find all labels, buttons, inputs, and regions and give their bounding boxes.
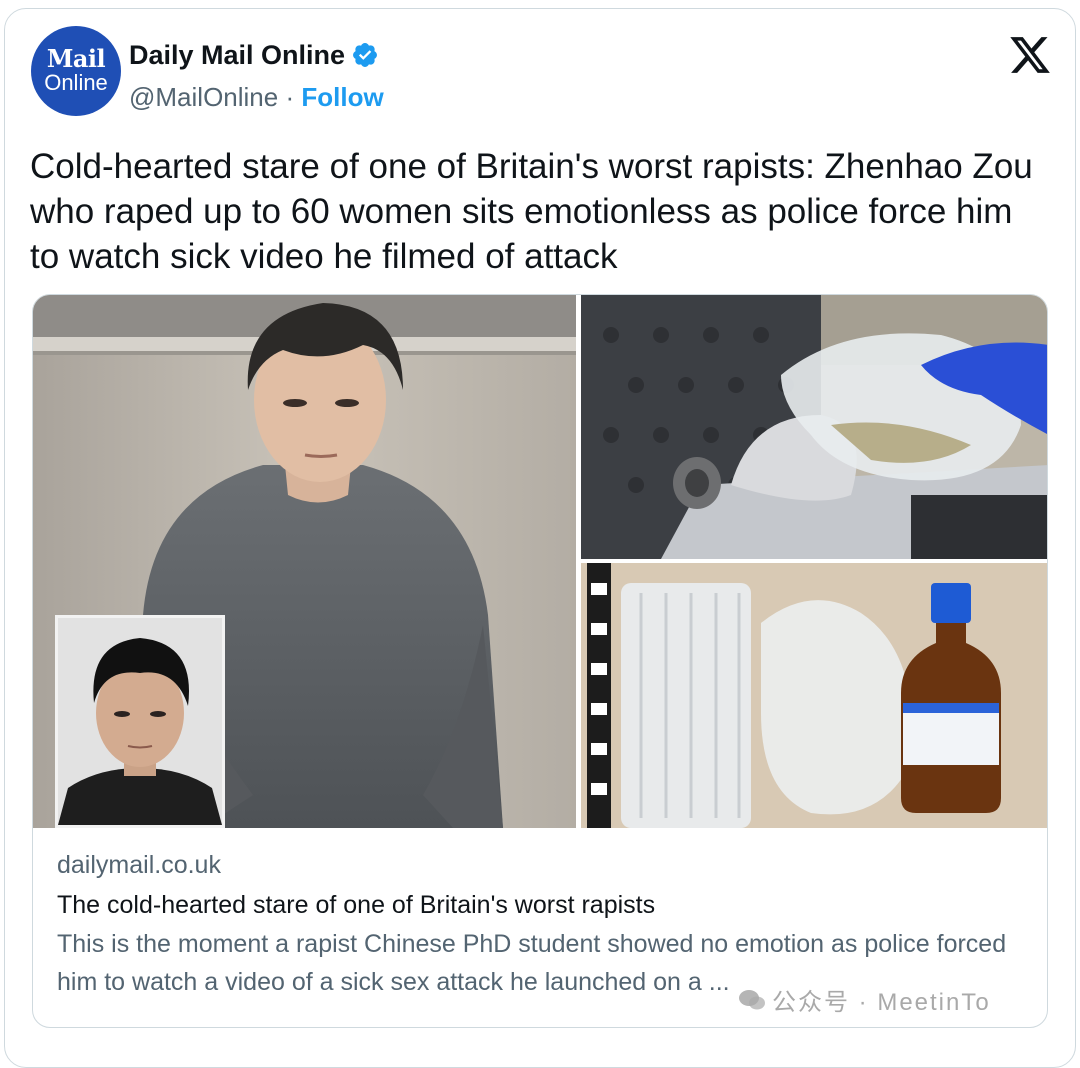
display-name[interactable]: Daily Mail Online — [129, 38, 345, 72]
link-card[interactable]: dailymail.co.uk The cold-hearted stare o… — [32, 294, 1048, 1028]
tweet-text: Cold-hearted stare of one of Britain's w… — [30, 147, 1033, 276]
link-card-meta[interactable]: dailymail.co.uk The cold-hearted stare o… — [57, 847, 1037, 1001]
verified-badge-icon — [353, 43, 378, 67]
link-card-media[interactable] — [33, 295, 1047, 828]
evidence-bed-photo[interactable] — [581, 295, 1047, 559]
x-logo-icon[interactable] — [1008, 33, 1052, 77]
separator: · — [285, 82, 295, 112]
link-card-domain[interactable]: dailymail.co.uk — [57, 847, 1037, 883]
avatar-logo-line1: Mail — [46, 44, 106, 73]
watermark-text: 公众号 · MeetinTo — [772, 989, 991, 1016]
wechat-icon — [739, 989, 765, 1009]
suspect-mugshot-photo[interactable] — [55, 615, 225, 828]
avatar-logo-line2: Online — [44, 70, 108, 95]
link-card-title[interactable]: The cold-hearted stare of one of Britain… — [57, 887, 1037, 923]
watermark: 公众号 · MeetinTo — [738, 982, 991, 1017]
handle[interactable]: @MailOnline — [129, 82, 278, 112]
handle-row: @MailOnline · Follow — [129, 80, 384, 114]
follow-button[interactable]: Follow — [301, 82, 383, 112]
evidence-items-photo[interactable] — [581, 563, 1047, 828]
display-name-row[interactable]: Daily Mail Online — [129, 38, 379, 72]
avatar[interactable]: Mail Online — [31, 26, 121, 116]
